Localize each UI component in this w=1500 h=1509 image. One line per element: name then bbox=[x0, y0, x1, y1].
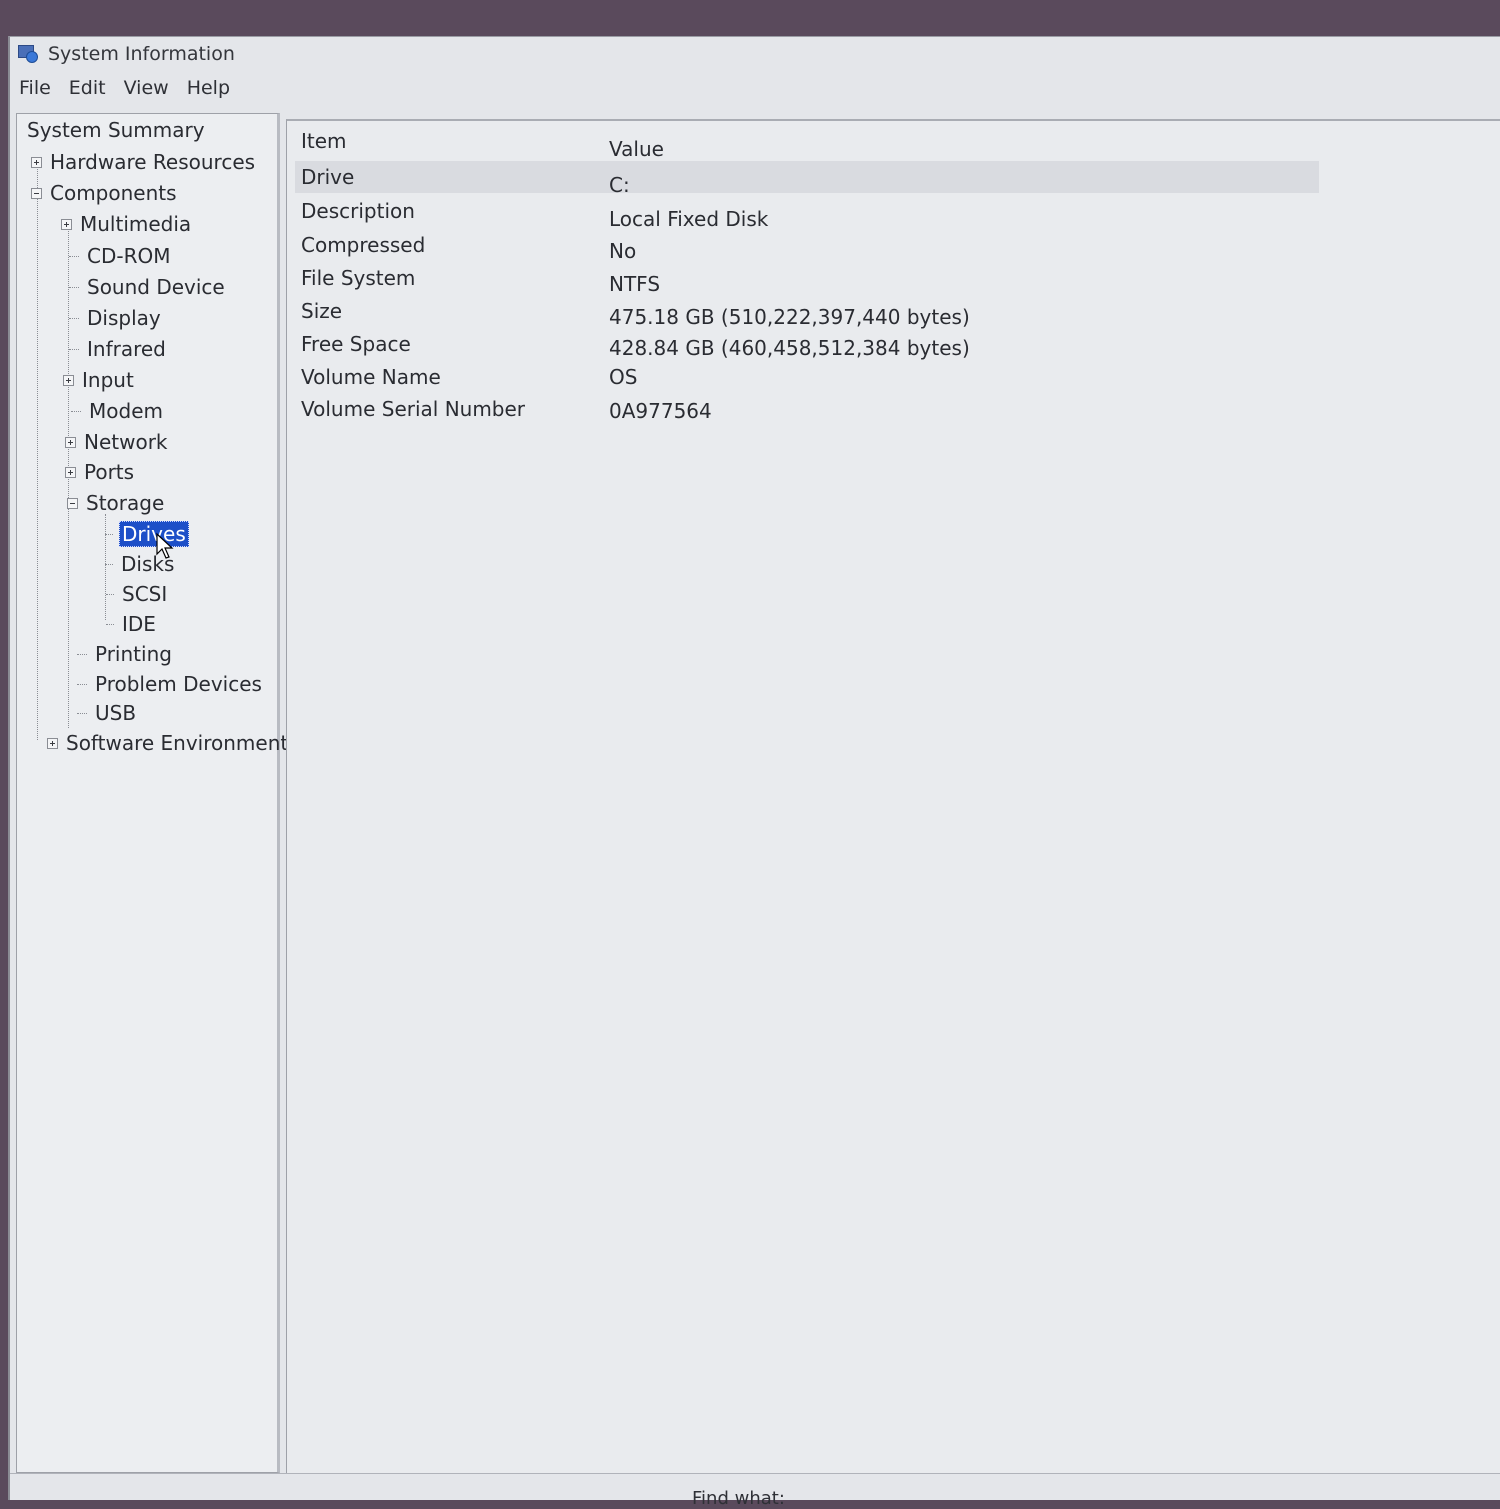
find-bar: Find what: bbox=[10, 1473, 1500, 1509]
menu-help[interactable]: Help bbox=[178, 77, 239, 99]
tree-item-cd-rom[interactable]: CD-ROM bbox=[69, 242, 172, 270]
tree-item-system-summary[interactable]: System Summary bbox=[25, 116, 207, 144]
category-tree[interactable]: System Summary Hardware Resources Compon… bbox=[16, 113, 288, 1473]
tree-connector bbox=[37, 162, 38, 740]
details-list[interactable]: Item Value Drive C: Description Local Fi… bbox=[286, 119, 1500, 1475]
tree-item-network[interactable]: Network bbox=[65, 428, 170, 456]
table-row[interactable]: Drive C: bbox=[295, 161, 1319, 197]
tree-item-hardware-resources[interactable]: Hardware Resources bbox=[31, 148, 257, 176]
tree-item-drives[interactable]: Drives bbox=[105, 520, 189, 559]
tree-item-software-environment[interactable]: Software Environment bbox=[47, 729, 290, 757]
tree-item-printing[interactable]: Printing bbox=[77, 640, 174, 668]
menu-edit[interactable]: Edit bbox=[60, 77, 115, 99]
menu-bar: File Edit View Help bbox=[10, 71, 1500, 105]
table-row[interactable]: Volume Name OS bbox=[295, 361, 1319, 393]
tree-item-display[interactable]: Display bbox=[69, 304, 163, 332]
tree-item-infrared[interactable]: Infrared bbox=[69, 335, 168, 363]
tree-expand-icon[interactable] bbox=[31, 156, 42, 168]
tree-item-modem[interactable]: Modem bbox=[71, 397, 165, 425]
tree-collapse-icon[interactable] bbox=[31, 187, 42, 199]
tree-item-problem-devices[interactable]: Problem Devices bbox=[77, 670, 264, 698]
tree-expand-icon[interactable] bbox=[61, 218, 72, 230]
table-row[interactable]: Volume Serial Number 0A977564 bbox=[295, 393, 1319, 425]
tree-item-sound-device[interactable]: Sound Device bbox=[69, 273, 227, 301]
tree-item-input[interactable]: Input bbox=[63, 366, 136, 394]
column-header-item[interactable]: Item bbox=[301, 129, 347, 153]
tree-item-multimedia[interactable]: Multimedia bbox=[61, 210, 193, 238]
tree-item-usb[interactable]: USB bbox=[77, 699, 138, 727]
tree-collapse-icon[interactable] bbox=[67, 497, 78, 509]
window-title: System Information bbox=[48, 43, 235, 65]
tree-item-disks[interactable]: Disks bbox=[105, 550, 176, 578]
tree-item-ide[interactable]: IDE bbox=[106, 610, 158, 638]
menu-view[interactable]: View bbox=[115, 77, 178, 99]
column-header-value[interactable]: Value bbox=[609, 137, 664, 161]
tree-item-storage[interactable]: Storage bbox=[67, 489, 166, 517]
menu-file[interactable]: File bbox=[10, 77, 60, 99]
tree-expand-icon[interactable] bbox=[65, 466, 76, 478]
table-row[interactable]: Compressed No bbox=[295, 229, 1319, 263]
title-bar: System Information bbox=[10, 37, 1500, 71]
system-information-window: System Information File Edit View Help S… bbox=[8, 36, 1500, 1509]
table-row[interactable]: Free Space 428.84 GB (460,458,512,384 by… bbox=[295, 328, 1319, 360]
table-row[interactable]: Description Local Fixed Disk bbox=[295, 195, 1319, 231]
tree-item-scsi[interactable]: SCSI bbox=[106, 580, 169, 608]
tree-item-ports[interactable]: Ports bbox=[65, 458, 136, 486]
table-row[interactable]: File System NTFS bbox=[295, 262, 1319, 296]
find-what-label: Find what: bbox=[692, 1488, 785, 1509]
tree-item-components[interactable]: Components bbox=[31, 179, 179, 207]
tree-expand-icon[interactable] bbox=[47, 737, 58, 749]
system-information-icon bbox=[16, 44, 38, 64]
tree-expand-icon[interactable] bbox=[63, 374, 74, 386]
tree-expand-icon[interactable] bbox=[65, 436, 76, 448]
table-row[interactable]: Size 475.18 GB (510,222,397,440 bytes) bbox=[295, 295, 1319, 329]
